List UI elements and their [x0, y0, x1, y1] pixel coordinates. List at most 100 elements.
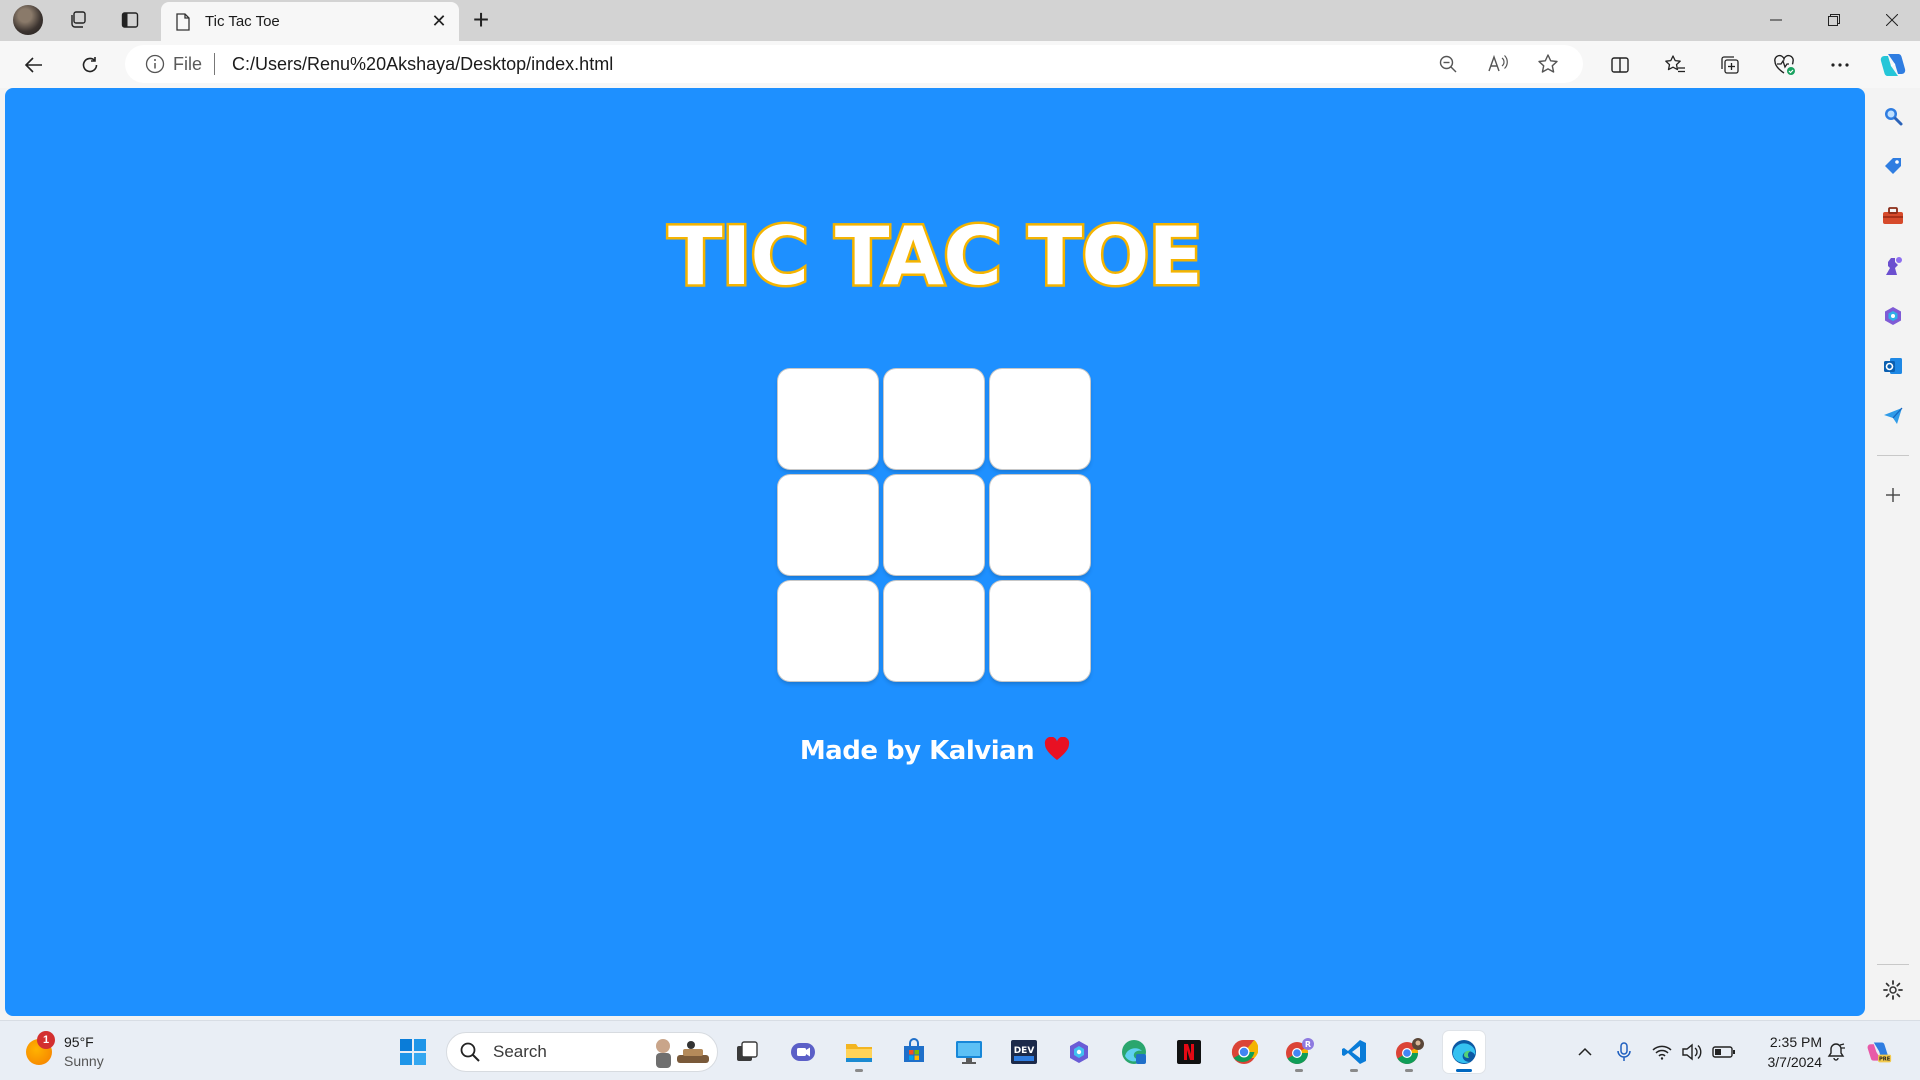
profile-avatar: [13, 5, 43, 35]
sidebar-send-icon[interactable]: [1875, 398, 1911, 434]
sidebar-tools-icon[interactable]: [1875, 198, 1911, 234]
show-hidden-icons-chevron-up-icon[interactable]: [1572, 1039, 1598, 1065]
tab-title: Tic Tac Toe: [205, 13, 280, 30]
sidebar-divider: [1877, 455, 1909, 456]
weather-alert-badge: 1: [37, 1031, 55, 1049]
browser-toolbar: File C:/Users/Renu%20Akshaya/Desktop/ind…: [0, 41, 1920, 88]
svg-text:DEV: DEV: [1014, 1046, 1035, 1056]
copilot-app-icon[interactable]: [1058, 1031, 1100, 1073]
document-icon: [176, 12, 190, 31]
sidebar-add-icon[interactable]: [1875, 477, 1911, 513]
refresh-button[interactable]: [72, 47, 108, 83]
sidebar-microsoft365-icon[interactable]: [1875, 298, 1911, 334]
weather-widget[interactable]: 1 95°F Sunny: [26, 1031, 104, 1073]
running-indicator: [1350, 1069, 1358, 1072]
vertical-tabs-icon[interactable]: [112, 4, 148, 36]
page-viewport: TIC TAC TOE Made by Kalvian: [5, 88, 1865, 1016]
address-url[interactable]: C:/Users/Renu%20Akshaya/Desktop/index.ht…: [232, 54, 613, 75]
task-view-icon[interactable]: [726, 1031, 768, 1073]
battery-icon[interactable]: [1711, 1039, 1737, 1065]
board-cell-2[interactable]: [884, 369, 984, 469]
running-indicator: [1405, 1069, 1413, 1072]
favorite-star-icon[interactable]: [1523, 45, 1573, 83]
sidebar-games-icon[interactable]: [1875, 248, 1911, 284]
address-scheme-label: File: [173, 53, 203, 74]
browser-tab-strip: Tic Tac Toe ✕ +: [0, 0, 1920, 41]
collections-icon[interactable]: [1710, 47, 1750, 83]
dev-home-icon[interactable]: DEV: [1003, 1031, 1045, 1073]
taskbar-search-box[interactable]: Search: [446, 1032, 718, 1072]
board-cell-9[interactable]: [990, 581, 1090, 681]
running-indicator: [855, 1069, 863, 1072]
tab-close-icon[interactable]: ✕: [425, 8, 453, 36]
microsoft-store-icon[interactable]: [893, 1031, 935, 1073]
weather-condition: Sunny: [64, 1053, 104, 1069]
board-cell-4[interactable]: [778, 475, 878, 575]
svg-text:R: R: [1305, 1040, 1311, 1049]
file-explorer-icon[interactable]: [838, 1031, 880, 1073]
game-board: [778, 369, 1096, 681]
board-cell-7[interactable]: [778, 581, 878, 681]
minimize-icon[interactable]: [1748, 0, 1804, 40]
info-icon[interactable]: [145, 54, 165, 74]
clock-date: 3/7/2024: [1767, 1054, 1823, 1070]
board-cell-6[interactable]: [990, 475, 1090, 575]
active-indicator: [1456, 1069, 1472, 1072]
taskbar-search-label: Search: [493, 1042, 547, 1061]
footer-credit-text: Made by Kalvian: [799, 736, 1035, 766]
board-cell-3[interactable]: [990, 369, 1090, 469]
game-title: TIC TAC TOE: [666, 208, 1206, 306]
microphone-icon[interactable]: [1611, 1039, 1637, 1065]
sidebar-settings-icon[interactable]: [1875, 972, 1911, 1008]
back-button[interactable]: [16, 47, 52, 83]
start-button[interactable]: [392, 1031, 434, 1073]
active-tab[interactable]: Tic Tac Toe ✕: [161, 2, 459, 41]
browser-sidebar: [1865, 88, 1920, 1016]
read-aloud-icon[interactable]: [1473, 45, 1523, 83]
restore-icon[interactable]: [1806, 0, 1862, 40]
profile-button[interactable]: [10, 4, 46, 36]
notification-bell-icon[interactable]: [1823, 1039, 1849, 1065]
sidebar-outlook-icon[interactable]: [1875, 348, 1911, 384]
more-options-icon[interactable]: [1820, 47, 1860, 83]
board-cell-1[interactable]: [778, 369, 878, 469]
sidebar-shopping-icon[interactable]: [1875, 148, 1911, 184]
zoom-out-icon[interactable]: [1423, 45, 1473, 83]
edge-canary-icon[interactable]: [1113, 1031, 1155, 1073]
browser-essentials-icon[interactable]: [1765, 47, 1805, 83]
remote-desktop-icon[interactable]: [948, 1031, 990, 1073]
taskbar-clock[interactable]: 2:35 PM 3/7/2024: [1748, 1032, 1823, 1072]
board-cell-8[interactable]: [884, 581, 984, 681]
address-separator: [214, 53, 216, 75]
windows-taskbar: 1 95°F Sunny Search DEV R 2:35 PM 3/7/20…: [0, 1020, 1920, 1080]
chrome-profile-r-icon[interactable]: R: [1278, 1031, 1320, 1073]
svg-text:PRE: PRE: [1879, 1057, 1891, 1063]
search-highlight-illustration-icon: [656, 1039, 709, 1068]
clock-time: 2:35 PM: [1769, 1034, 1822, 1050]
edge-browser-icon[interactable]: [1443, 1031, 1485, 1073]
heart-icon: [1045, 737, 1070, 760]
copilot-icon[interactable]: [1873, 47, 1913, 83]
split-screen-icon[interactable]: [1600, 47, 1640, 83]
weather-temperature: 95°F: [64, 1034, 94, 1050]
favorites-icon[interactable]: [1655, 47, 1695, 83]
running-indicator: [1295, 1069, 1303, 1072]
close-window-icon[interactable]: [1864, 0, 1920, 40]
vscode-icon[interactable]: [1333, 1031, 1375, 1073]
search-icon: [460, 1042, 480, 1062]
wifi-icon[interactable]: [1649, 1039, 1675, 1065]
teams-meet-icon[interactable]: [782, 1031, 824, 1073]
sidebar-divider-bottom: [1877, 964, 1909, 965]
address-bar[interactable]: File C:/Users/Renu%20Akshaya/Desktop/ind…: [125, 45, 1583, 83]
board-cell-5[interactable]: [884, 475, 984, 575]
new-tab-button[interactable]: +: [463, 4, 499, 36]
chrome-profile-photo-icon[interactable]: [1388, 1031, 1430, 1073]
workspaces-icon[interactable]: [60, 4, 96, 36]
volume-icon[interactable]: [1679, 1039, 1705, 1065]
footer-credit: Made by Kalvian: [5, 736, 1865, 766]
sunny-weather-icon: 1: [26, 1031, 55, 1065]
netflix-icon[interactable]: [1168, 1031, 1210, 1073]
chrome-icon[interactable]: [1223, 1031, 1265, 1073]
sidebar-search-icon[interactable]: [1875, 98, 1911, 134]
copilot-preview-icon[interactable]: PRE: [1866, 1039, 1892, 1065]
